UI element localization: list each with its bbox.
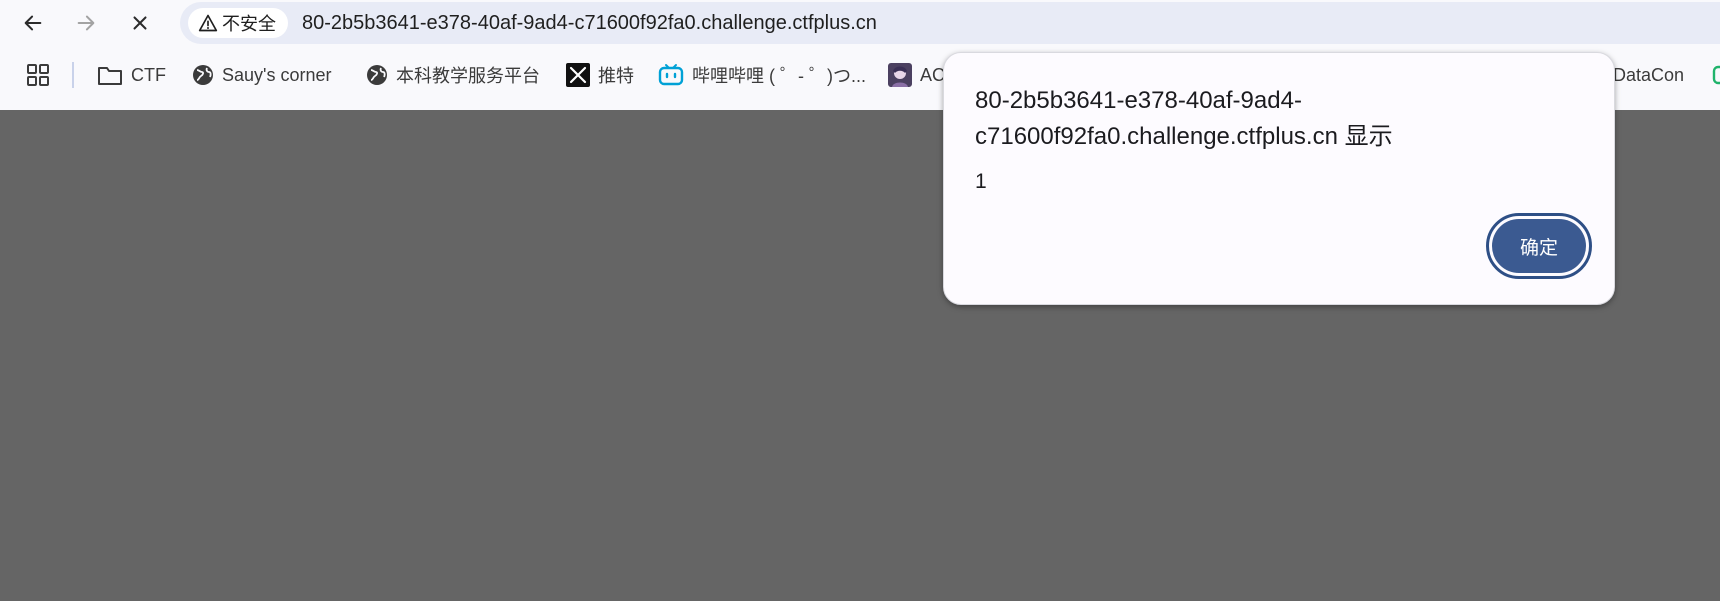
- ok-button-focus-ring: 确定: [1486, 213, 1592, 279]
- bookmark-twitter[interactable]: 推特: [566, 60, 634, 90]
- bookmark-datacon[interactable]: DataCon: [1613, 60, 1684, 90]
- globe-icon: [193, 65, 213, 85]
- alert-dialog: 80-2b5b3641-e378-40af-9ad4-c71600f92fa0.…: [943, 52, 1615, 305]
- url-text[interactable]: 80-2b5b3641-e378-40af-9ad4-c71600f92fa0.…: [302, 12, 877, 35]
- avatar-icon: [888, 63, 912, 87]
- close-icon: [133, 16, 147, 30]
- bookmark-undergrad-platform[interactable]: 本科教学服务平台: [366, 60, 540, 90]
- dialog-title: 80-2b5b3641-e378-40af-9ad4-c71600f92fa0.…: [975, 87, 1393, 150]
- bookmark-label: AC: [920, 64, 946, 85]
- bookmark-ac[interactable]: AC: [888, 60, 945, 90]
- bookmark-bilibili[interactable]: 哔哩哔哩 ( ゜- ゜)つ...: [658, 60, 866, 90]
- stop-loading-button[interactable]: [122, 5, 158, 41]
- bookmark-label: CTF: [131, 64, 166, 85]
- forward-arrow-icon: [77, 15, 95, 31]
- bookmark-overflow[interactable]: [1712, 60, 1720, 90]
- bookmarks-separator: [72, 62, 74, 88]
- bilibili-icon: [658, 64, 684, 86]
- back-button[interactable]: [15, 5, 51, 41]
- globe-icon: [367, 65, 387, 85]
- warning-triangle-icon: [198, 14, 218, 32]
- address-bar[interactable]: 不安全 80-2b5b3641-e378-40af-9ad4-c71600f92…: [180, 2, 1720, 44]
- bookmark-label: 本科教学服务平台: [396, 66, 540, 86]
- forward-button[interactable]: [68, 5, 104, 41]
- bookmark-label: Sauy's corner: [222, 64, 332, 85]
- partial-bookmark-icon: [1712, 65, 1720, 85]
- security-indicator[interactable]: 不安全: [188, 8, 288, 38]
- apps-grid-icon: [27, 64, 49, 86]
- bookmark-label: DataCon: [1613, 64, 1685, 85]
- bookmark-label: 哔哩哔哩 ( ゜- ゜)つ...: [692, 66, 866, 86]
- bookmark-ctf[interactable]: CTF: [97, 60, 166, 90]
- bookmark-sauys-corner[interactable]: Sauy's corner: [192, 60, 332, 90]
- browser-toolbar: 不安全 80-2b5b3641-e378-40af-9ad4-c71600f92…: [0, 0, 1720, 46]
- bookmark-label: 推特: [598, 66, 634, 86]
- dialog-message: 1: [975, 170, 987, 193]
- folder-icon: [98, 67, 122, 85]
- apps-button[interactable]: [26, 60, 50, 90]
- security-label: 不安全: [222, 14, 276, 34]
- browser-window: 不安全 80-2b5b3641-e378-40af-9ad4-c71600f92…: [0, 0, 1720, 601]
- ok-button[interactable]: 确定: [1492, 219, 1586, 273]
- x-logo-icon: [566, 63, 590, 87]
- back-arrow-icon: [24, 15, 42, 31]
